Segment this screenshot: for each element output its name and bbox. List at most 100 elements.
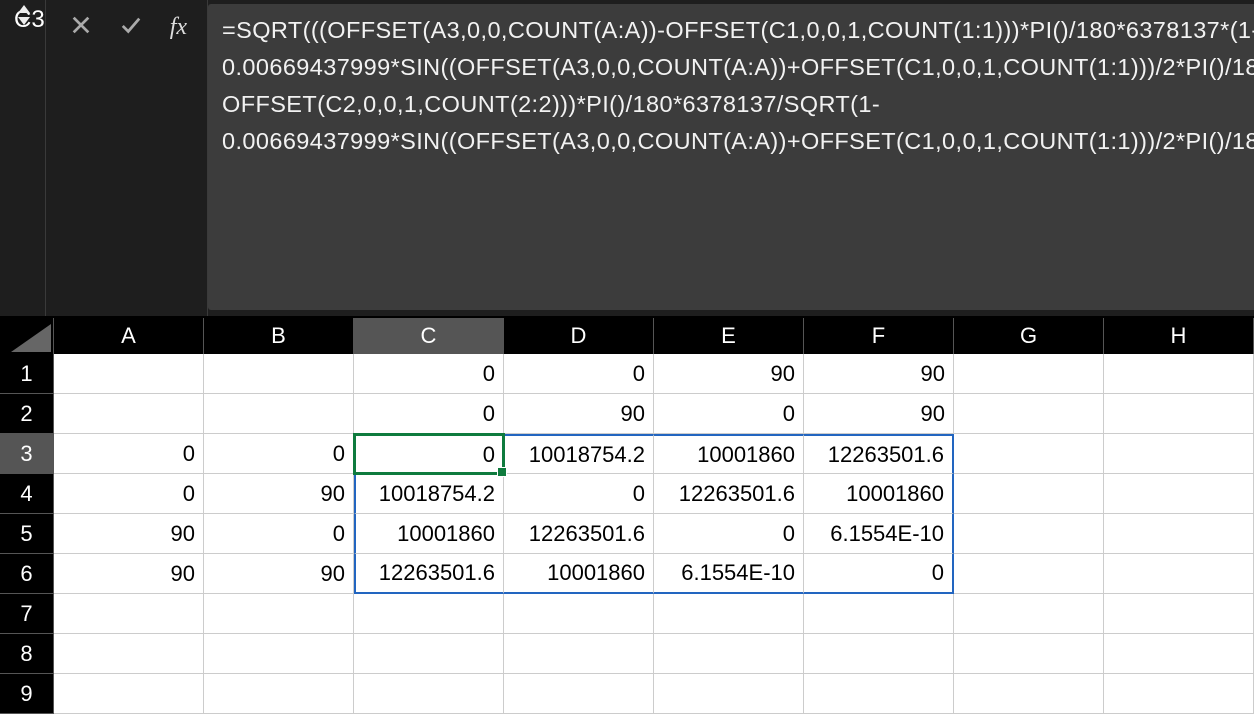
row-header-5[interactable]: 5 bbox=[0, 514, 54, 554]
cell-D4[interactable]: 0 bbox=[504, 474, 654, 514]
cell-A5[interactable]: 90 bbox=[54, 514, 204, 554]
row-header-3[interactable]: 3 bbox=[0, 434, 54, 474]
cell-D2[interactable]: 90 bbox=[504, 394, 654, 434]
cell-D9[interactable] bbox=[504, 674, 654, 714]
cell-H9[interactable] bbox=[1104, 674, 1254, 714]
cell-H1[interactable] bbox=[1104, 354, 1254, 394]
name-box-stepper[interactable] bbox=[17, 4, 31, 26]
cell-C3[interactable]: 0 bbox=[354, 434, 504, 474]
cell-E3[interactable]: 10001860 bbox=[654, 434, 804, 474]
column-header-H[interactable]: H bbox=[1104, 318, 1254, 354]
cell-D5[interactable]: 12263501.6 bbox=[504, 514, 654, 554]
cell-E7[interactable] bbox=[654, 594, 804, 634]
cell-G4[interactable] bbox=[954, 474, 1104, 514]
cell-H4[interactable] bbox=[1104, 474, 1254, 514]
cell-H3[interactable] bbox=[1104, 434, 1254, 474]
row-header-1[interactable]: 1 bbox=[0, 354, 54, 394]
cell-E4[interactable]: 12263501.6 bbox=[654, 474, 804, 514]
cell-C1[interactable]: 0 bbox=[354, 354, 504, 394]
cell-F3[interactable]: 12263501.6 bbox=[804, 434, 954, 474]
cell-D7[interactable] bbox=[504, 594, 654, 634]
column-header-F[interactable]: F bbox=[804, 318, 954, 354]
cell-F4[interactable]: 10001860 bbox=[804, 474, 954, 514]
cell-F7[interactable] bbox=[804, 594, 954, 634]
cell-F2[interactable]: 90 bbox=[804, 394, 954, 434]
cell-E1[interactable]: 90 bbox=[654, 354, 804, 394]
cell-H6[interactable] bbox=[1104, 554, 1254, 594]
cell-B1[interactable] bbox=[204, 354, 354, 394]
row-header-9[interactable]: 9 bbox=[0, 674, 54, 714]
cell-F5[interactable]: 6.1554E-10 bbox=[804, 514, 954, 554]
cell-B8[interactable] bbox=[204, 634, 354, 674]
table-row: 59001000186012263501.606.1554E-10 bbox=[0, 514, 1254, 554]
column-header-C[interactable]: C bbox=[354, 318, 504, 354]
cell-C7[interactable] bbox=[354, 594, 504, 634]
cell-H7[interactable] bbox=[1104, 594, 1254, 634]
cell-G6[interactable] bbox=[954, 554, 1104, 594]
column-header-A[interactable]: A bbox=[54, 318, 204, 354]
column-header-D[interactable]: D bbox=[504, 318, 654, 354]
cell-G2[interactable] bbox=[954, 394, 1104, 434]
accept-formula-button[interactable] bbox=[120, 14, 142, 41]
cell-E6[interactable]: 6.1554E-10 bbox=[654, 554, 804, 594]
insert-function-button[interactable]: fx bbox=[170, 14, 187, 41]
cell-H5[interactable] bbox=[1104, 514, 1254, 554]
column-header-G[interactable]: G bbox=[954, 318, 1104, 354]
cell-A1[interactable] bbox=[54, 354, 204, 394]
cell-E9[interactable] bbox=[654, 674, 804, 714]
cell-A7[interactable] bbox=[54, 594, 204, 634]
cell-A9[interactable] bbox=[54, 674, 204, 714]
cell-D6[interactable]: 10001860 bbox=[504, 554, 654, 594]
cell-A4[interactable]: 0 bbox=[54, 474, 204, 514]
cell-D3[interactable]: 10018754.2 bbox=[504, 434, 654, 474]
formula-text[interactable]: =SQRT(((OFFSET(A3,0,0,COUNT(A:A))-OFFSET… bbox=[208, 4, 1254, 310]
cell-H2[interactable] bbox=[1104, 394, 1254, 434]
formula-input-area[interactable]: =SQRT(((OFFSET(A3,0,0,COUNT(A:A))-OFFSET… bbox=[208, 4, 1254, 310]
cell-F6[interactable]: 0 bbox=[804, 554, 954, 594]
cell-A8[interactable] bbox=[54, 634, 204, 674]
cell-D1[interactable]: 0 bbox=[504, 354, 654, 394]
cell-C4[interactable]: 10018754.2 bbox=[354, 474, 504, 514]
cell-C8[interactable] bbox=[354, 634, 504, 674]
cell-E2[interactable]: 0 bbox=[654, 394, 804, 434]
cell-D8[interactable] bbox=[504, 634, 654, 674]
cell-A6[interactable]: 90 bbox=[54, 554, 204, 594]
cell-C9[interactable] bbox=[354, 674, 504, 714]
cell-B4[interactable]: 90 bbox=[204, 474, 354, 514]
cell-G3[interactable] bbox=[954, 434, 1104, 474]
cell-E8[interactable] bbox=[654, 634, 804, 674]
cell-G7[interactable] bbox=[954, 594, 1104, 634]
cell-F9[interactable] bbox=[804, 674, 954, 714]
cell-B3[interactable]: 0 bbox=[204, 434, 354, 474]
cell-C2[interactable]: 0 bbox=[354, 394, 504, 434]
column-header-E[interactable]: E bbox=[654, 318, 804, 354]
row-header-7[interactable]: 7 bbox=[0, 594, 54, 634]
cell-A3[interactable]: 0 bbox=[54, 434, 204, 474]
cell-A2[interactable] bbox=[54, 394, 204, 434]
table-row: 409010018754.2012263501.610001860 bbox=[0, 474, 1254, 514]
row-header-2[interactable]: 2 bbox=[0, 394, 54, 434]
cell-G5[interactable] bbox=[954, 514, 1104, 554]
select-all-corner[interactable] bbox=[0, 318, 54, 354]
cell-B2[interactable] bbox=[204, 394, 354, 434]
name-box[interactable]: C3 bbox=[0, 0, 46, 316]
cell-G9[interactable] bbox=[954, 674, 1104, 714]
row-header-4[interactable]: 4 bbox=[0, 474, 54, 514]
cell-C6[interactable]: 12263501.6 bbox=[354, 554, 504, 594]
cell-G1[interactable] bbox=[954, 354, 1104, 394]
cell-E5[interactable]: 0 bbox=[654, 514, 804, 554]
cell-F8[interactable] bbox=[804, 634, 954, 674]
row-header-6[interactable]: 6 bbox=[0, 554, 54, 594]
cancel-formula-button[interactable] bbox=[70, 14, 92, 41]
cell-G8[interactable] bbox=[954, 634, 1104, 674]
table-row: 8 bbox=[0, 634, 1254, 674]
cell-F1[interactable]: 90 bbox=[804, 354, 954, 394]
cell-H8[interactable] bbox=[1104, 634, 1254, 674]
row-header-8[interactable]: 8 bbox=[0, 634, 54, 674]
column-header-B[interactable]: B bbox=[204, 318, 354, 354]
cell-B9[interactable] bbox=[204, 674, 354, 714]
cell-C5[interactable]: 10001860 bbox=[354, 514, 504, 554]
cell-B6[interactable]: 90 bbox=[204, 554, 354, 594]
cell-B7[interactable] bbox=[204, 594, 354, 634]
cell-B5[interactable]: 0 bbox=[204, 514, 354, 554]
